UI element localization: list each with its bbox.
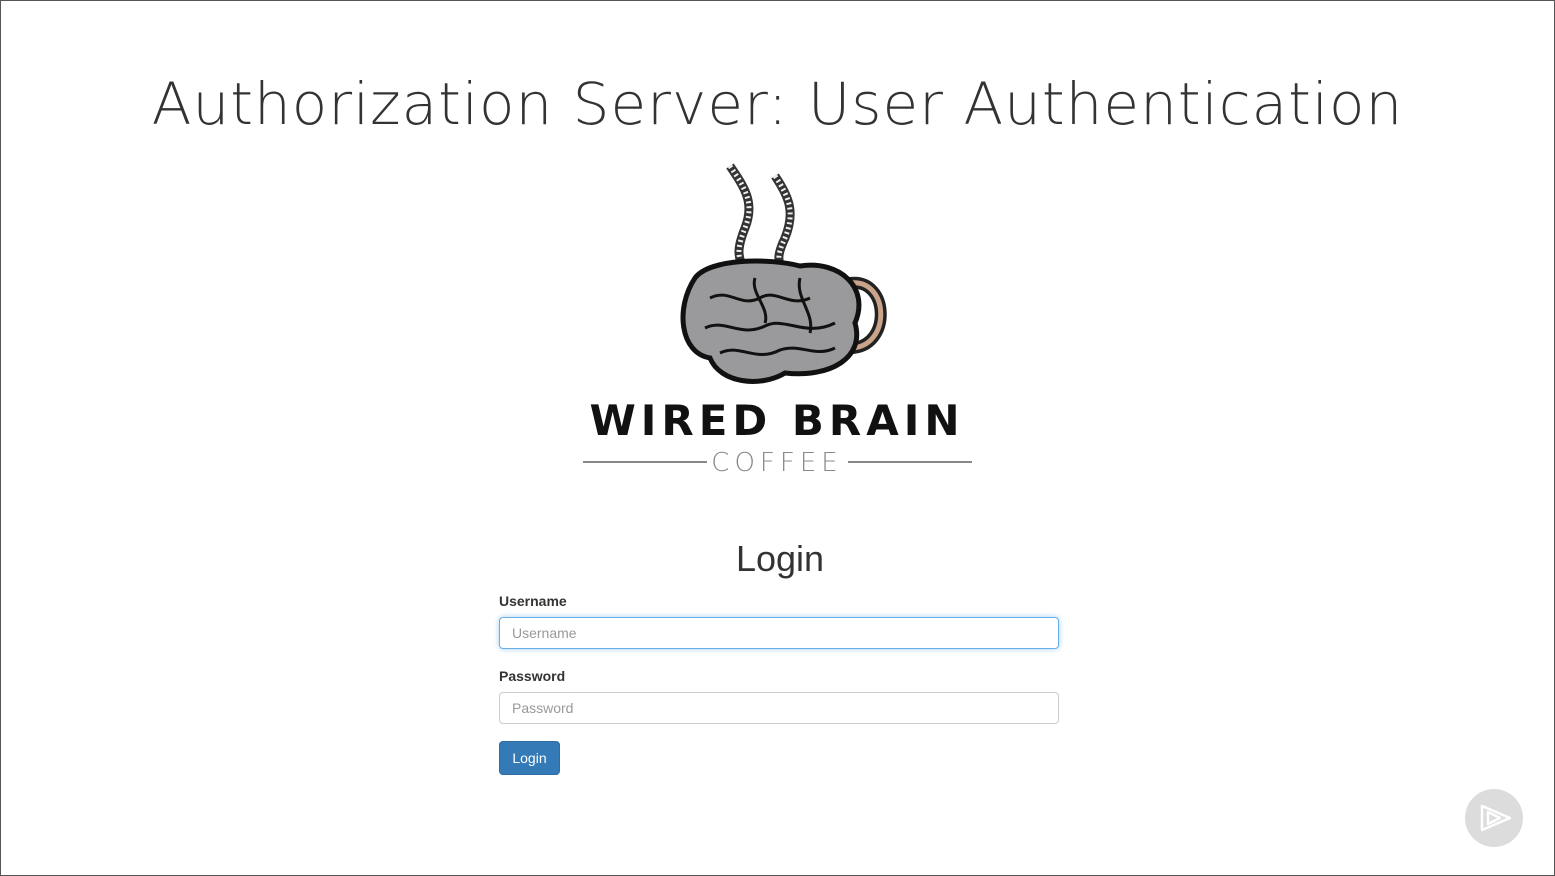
wired-brain-coffee-logo: WIRED BRAIN COFFEE <box>583 163 972 478</box>
login-heading: Login <box>735 538 825 579</box>
logo-text-coffee: COFFEE <box>711 448 842 478</box>
password-label: Password <box>499 668 566 684</box>
slide-title: Authorization Server: User Authenticatio… <box>151 70 1404 138</box>
play-logo-icon <box>1465 789 1523 847</box>
username-input[interactable] <box>499 617 1059 649</box>
logo-text-wired-brain: WIRED BRAIN <box>589 396 964 445</box>
password-input[interactable] <box>499 692 1059 724</box>
login-button[interactable]: Login <box>499 741 560 775</box>
username-label: Username <box>499 593 567 609</box>
